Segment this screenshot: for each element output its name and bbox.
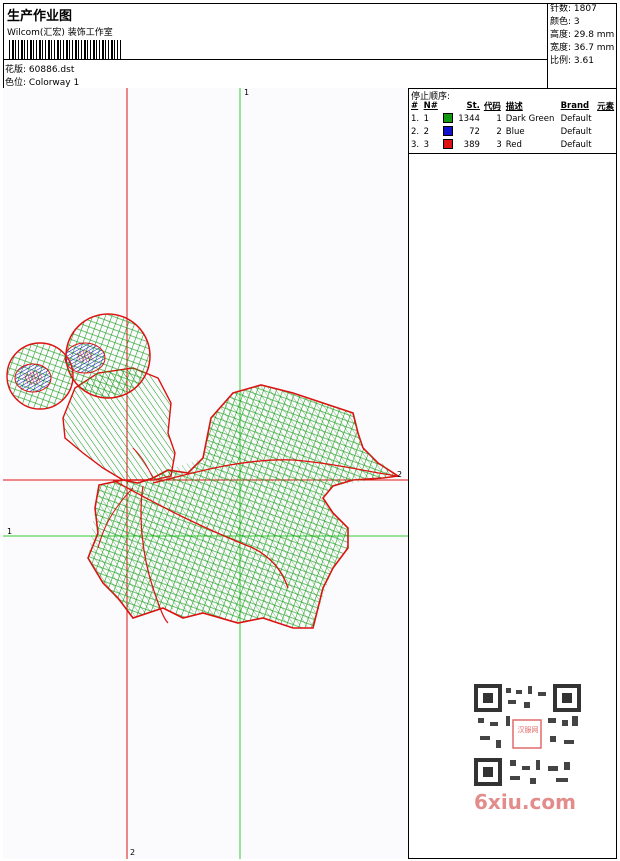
design-scale: 比例: 3.61: [550, 56, 594, 66]
color-swatch: [442, 126, 453, 137]
row-color: [441, 112, 456, 125]
row-index: 1.: [411, 113, 420, 124]
table-header-row: # N# St. 代码 描述 Brand 元素: [409, 100, 617, 112]
row-code: 2: [496, 126, 502, 137]
stitch-count: 针数: 1807: [550, 4, 597, 14]
row-color: [441, 138, 456, 151]
company-name: Wilcom(汇宏) 装饰工作室: [7, 28, 113, 38]
table-divider: [409, 153, 617, 154]
table-row[interactable]: 3. 3 389 3 Red Default: [409, 138, 617, 151]
col-number: N#: [423, 101, 438, 111]
color-count: 颜色: 3: [550, 17, 580, 27]
design-row: 花版: 60886.dst: [5, 62, 74, 75]
row-code: 1: [496, 113, 502, 124]
row-number: 3: [423, 139, 430, 150]
row-stitches: 1344: [458, 113, 480, 124]
row-description: Red: [505, 139, 522, 150]
col-code: 代码: [483, 102, 501, 112]
row-element: [595, 112, 617, 125]
col-index: #: [411, 101, 419, 111]
guide-label-left: 1: [7, 527, 13, 536]
colorway-value: Colorway 1: [28, 78, 80, 88]
design-canvas[interactable]: 1 1 2 2: [3, 88, 409, 859]
watermark-text: 6xiu.com: [474, 790, 576, 814]
embroidery-drawing: [3, 88, 408, 859]
color-swatch: [442, 139, 453, 150]
col-description: 描述: [505, 102, 523, 112]
row-index: 3.: [411, 139, 420, 150]
table-row[interactable]: 2. 2 72 2 Blue Default: [409, 125, 617, 138]
guide-label-top: 1: [244, 88, 250, 97]
color-swatch: [442, 113, 453, 124]
col-brand: Brand: [560, 101, 590, 111]
guide-label-right: 2: [397, 470, 403, 479]
row-brand: Default: [560, 139, 592, 150]
guide-label-bottom: 2: [130, 848, 136, 857]
qr-code-icon: [470, 680, 585, 790]
row-number: 2: [423, 126, 430, 137]
small-circle-red: [24, 371, 42, 385]
col-stitches: St.: [466, 101, 480, 111]
row-element: [595, 125, 617, 138]
row-stitches: 72: [469, 126, 480, 137]
row-element: [595, 138, 617, 151]
colorway-row: 色位: Colorway 1: [5, 75, 79, 88]
stop-sequence-table: # N# St. 代码 描述 Brand 元素 1. 1 1344 1 Dark…: [409, 100, 617, 151]
col-element: 元素: [597, 102, 615, 112]
design-height: 高度: 29.8 mm: [550, 30, 615, 40]
design-width: 宽度: 36.7 mm: [550, 43, 615, 53]
row-brand: Default: [560, 113, 592, 124]
design-value: 60886.dst: [28, 65, 75, 75]
row-brand: Default: [560, 126, 592, 137]
row-index: 2.: [411, 126, 420, 137]
header: 生产作业图 Wilcom(汇宏) 装饰工作室: [3, 3, 548, 89]
row-color: [441, 125, 456, 138]
row-number: 1: [423, 113, 430, 124]
qr-center-label: 汉服网: [517, 726, 539, 734]
colorway-label: 色位:: [5, 78, 27, 88]
page-title: 生产作业图: [7, 9, 73, 24]
qr-code-image[interactable]: 汉服网: [470, 680, 585, 790]
header-divider: [3, 59, 548, 60]
row-description: Dark Green: [505, 113, 555, 124]
row-description: Blue: [505, 126, 525, 137]
large-circle-red: [76, 350, 94, 362]
design-label: 花版:: [5, 65, 27, 75]
row-stitches: 389: [463, 139, 480, 150]
barcode-image: [9, 40, 121, 60]
table-row[interactable]: 1. 1 1344 1 Dark Green Default: [409, 112, 617, 125]
col-color: [441, 100, 456, 112]
design-info-panel: 针数: 1807 颜色: 3 高度: 29.8 mm 宽度: 36.7 mm 比…: [547, 3, 617, 89]
row-code: 3: [496, 139, 502, 150]
